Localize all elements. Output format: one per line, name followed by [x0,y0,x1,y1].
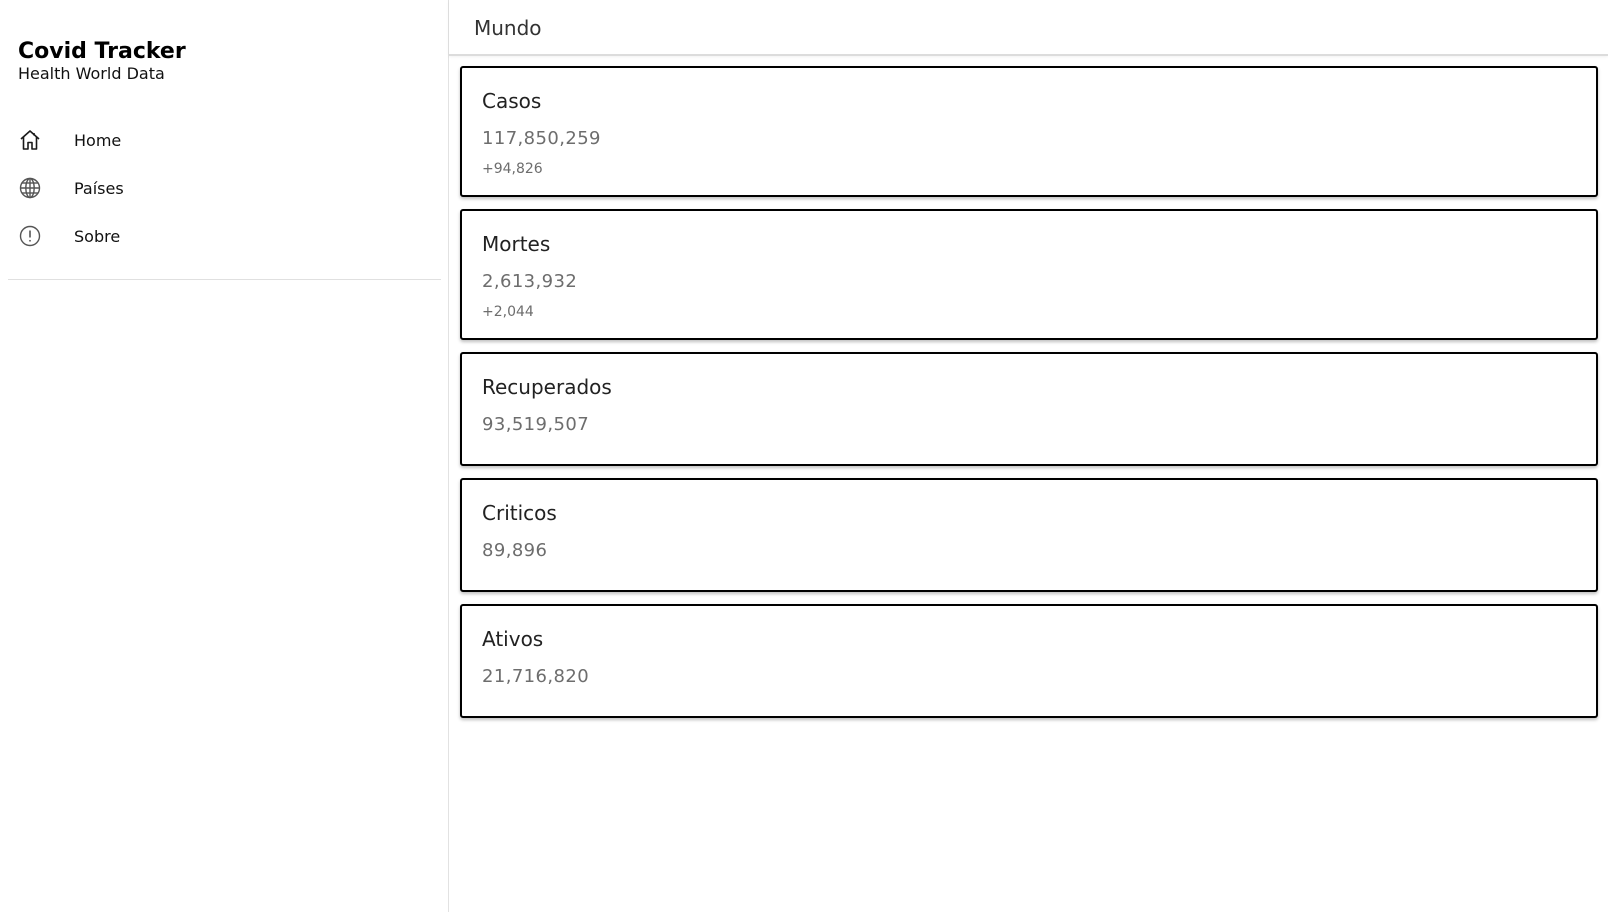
card-title: Ativos [482,627,544,651]
card-ativos: Ativos 21,716,820 [460,604,1598,718]
card-title: Criticos [482,501,557,525]
sidebar-item-label: Home [74,130,122,150]
app-subtitle: Health World Data [18,64,165,83]
card-title: Recuperados [482,375,612,399]
card-mortes: Mortes 2,613,932 +2,044 [460,209,1598,340]
card-title: Casos [482,89,542,113]
sidebar-item-label: Sobre [74,226,121,246]
sidebar-item-label: Países [74,178,124,198]
card-title: Mortes [482,232,551,256]
card-value: 21,716,820 [482,666,590,687]
sidebar: Covid Tracker Health World Data Home Paí… [0,0,449,912]
card-value: 2,613,932 [482,271,578,292]
card-delta: +2,044 [482,304,534,320]
app-title: Covid Tracker [18,39,186,64]
globe-icon [18,176,42,200]
card-value: 89,896 [482,540,548,561]
card-recuperados: Recuperados 93,519,507 [460,352,1598,466]
stats-list: Casos 117,850,259 +94,826 Mortes 2,613,9… [460,66,1598,730]
info-icon [18,224,42,248]
card-value: 93,519,507 [482,414,590,435]
sidebar-item-home[interactable]: Home [0,116,449,164]
sidebar-item-paises[interactable]: Países [0,164,449,212]
card-delta: +94,826 [482,161,543,177]
sidebar-nav: Home Países Sobre [0,116,449,260]
sidebar-item-sobre[interactable]: Sobre [0,212,449,260]
sidebar-divider [8,279,441,280]
home-icon [18,128,42,152]
card-value: 117,850,259 [482,128,601,149]
brand: Covid Tracker Health World Data [18,38,186,84]
card-criticos: Criticos 89,896 [460,478,1598,592]
card-casos: Casos 117,850,259 +94,826 [460,66,1598,197]
app-root: Covid Tracker Health World Data Home Paí… [0,0,1608,912]
page-title: Mundo [474,16,542,40]
top-bar: Mundo [449,0,1608,56]
